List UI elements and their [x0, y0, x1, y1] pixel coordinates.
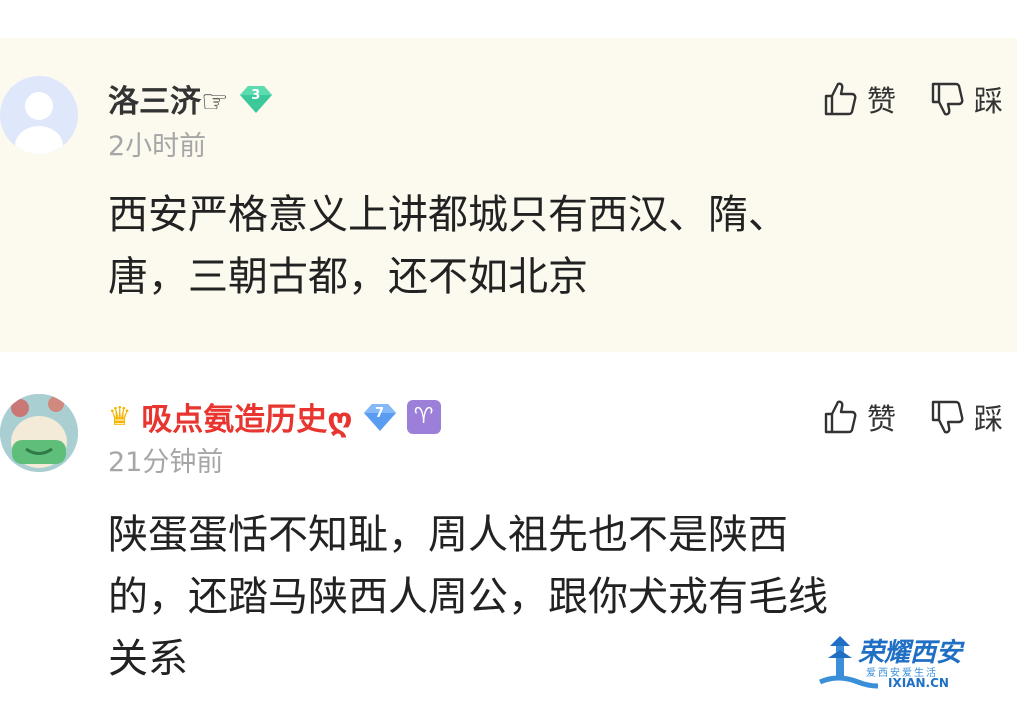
level-badge-icon: 7: [363, 402, 397, 432]
comment-actions: 赞 踩: [823, 396, 1003, 438]
timestamp: 2小时前: [108, 131, 207, 162]
comment-card: 洛三济☞ 3 2小时前 西安严格意义上讲都城只有西汉、隋、 唐，三朝古都，还不如…: [0, 38, 1017, 352]
author-name[interactable]: 洛三济☞ 3: [108, 76, 273, 121]
like-label: 赞: [866, 84, 896, 118]
crown-icon: ♛: [108, 401, 132, 432]
aries-zodiac-icon: ♈: [406, 399, 441, 434]
author-name-text[interactable]: 吸点氨造历史ღ: [141, 394, 352, 439]
author-name-text[interactable]: 洛三济☞: [108, 76, 229, 121]
author-name[interactable]: ♛ 吸点氨造历史ღ 7 ♈: [108, 394, 441, 439]
dislike-button[interactable]: 踩: [930, 396, 1003, 438]
comment-text-content: 西安严格意义上讲都城只有西汉、隋、 唐，三朝古都，还不如北京: [108, 192, 788, 300]
thumbs-down-icon: [931, 82, 964, 116]
timestamp: 21分钟前: [108, 447, 224, 478]
dislike-label: 踩: [973, 84, 1003, 118]
dislike-label: 踩: [973, 402, 1003, 436]
avatar[interactable]: [0, 394, 78, 472]
comment-text-content: 陕蛋蛋恬不知耻，周人祖先也不是陕西 的，还踏马陕西人周公，跟你犬戎有毛线 关系: [108, 512, 828, 682]
comment-actions: 赞 踩: [823, 78, 1003, 120]
thumbs-up-icon: [824, 400, 857, 434]
like-button[interactable]: 赞: [823, 396, 896, 438]
avatar[interactable]: [0, 76, 78, 154]
dislike-button[interactable]: 踩: [930, 78, 1003, 120]
watermark-url: IXIAN.CN: [888, 676, 949, 690]
thumbs-up-icon: [824, 82, 857, 116]
level-number: 3: [251, 87, 261, 103]
like-label: 赞: [866, 402, 896, 436]
thumbs-down-icon: [931, 400, 964, 434]
comment-text: 西安严格意义上讲都城只有西汉、隋、 唐，三朝古都，还不如北京: [108, 184, 948, 308]
level-badge-icon: 3: [239, 84, 273, 114]
watermark-logo: 荣耀西安 爱西安爱生活 IXIAN.CN: [818, 632, 988, 692]
like-button[interactable]: 赞: [823, 78, 896, 120]
level-number: 7: [375, 405, 385, 421]
